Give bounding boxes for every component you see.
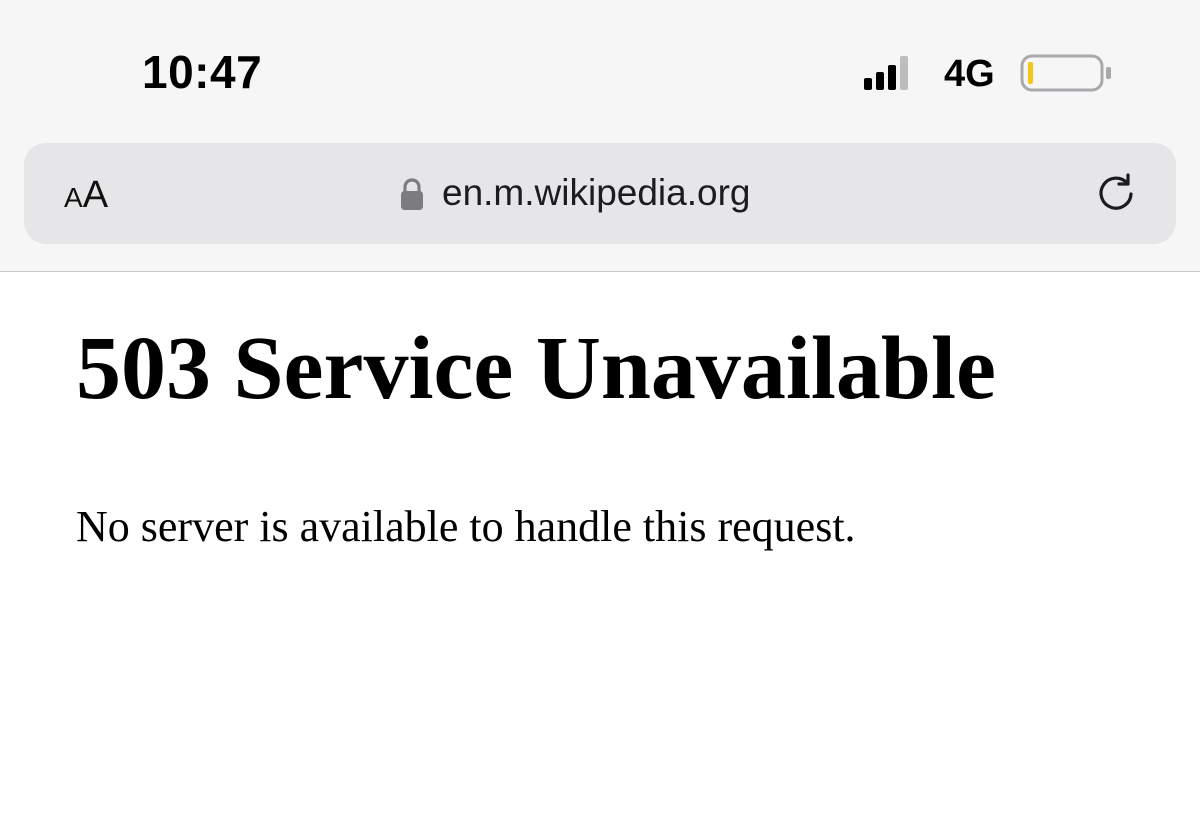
url-text: en.m.wikipedia.org <box>442 172 751 213</box>
text-size-small-glyph: A <box>64 182 83 213</box>
browser-screen: 10:47 4G AA en.m.wikipedia.org 503 Servi… <box>0 0 1200 816</box>
text-size-large-glyph: A <box>82 174 109 216</box>
error-title: 503 Service Unavailable <box>76 319 996 418</box>
lock-icon <box>401 178 423 210</box>
battery-icon <box>1020 54 1111 92</box>
address-display[interactable]: en.m.wikipedia.org <box>400 169 750 217</box>
page-content: 503 Service Unavailable No server is ava… <box>0 273 1200 816</box>
cellular-signal-icon <box>864 56 908 90</box>
browser-chrome: 10:47 4G AA en.m.wikipedia.org <box>0 0 1200 272</box>
status-time: 10:47 <box>142 46 263 98</box>
reader-text-size-button[interactable]: AA <box>64 175 108 223</box>
network-type-label: 4G <box>944 53 995 95</box>
error-message: No server is available to handle this re… <box>76 502 856 551</box>
reload-icon[interactable] <box>1092 169 1140 217</box>
address-bar[interactable]: AA en.m.wikipedia.org <box>24 143 1176 244</box>
